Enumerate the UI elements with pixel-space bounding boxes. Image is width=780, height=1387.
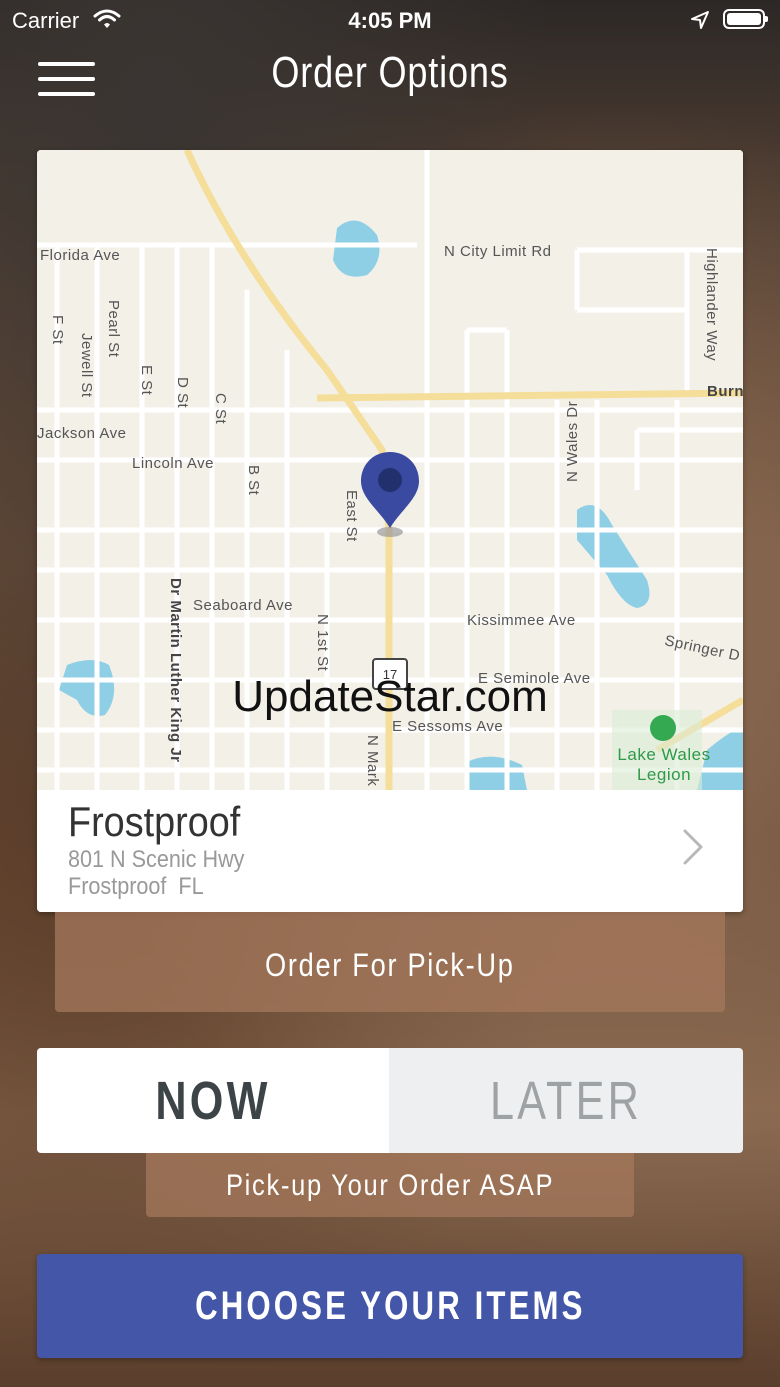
- pickup-timing-hint-text: Pick-up Your Order ASAP: [225, 1169, 555, 1202]
- map-label-street: N 1st St: [314, 614, 331, 672]
- map-label-street: East St: [343, 490, 360, 542]
- pickup-timing-hint: Pick-up Your Order ASAP: [146, 1153, 634, 1217]
- map-label-street: N Mark: [364, 735, 381, 787]
- map-label-street: Highlander Way: [703, 248, 720, 362]
- map-label-street: Dr Martin Luther King Jr: [167, 578, 184, 763]
- map-label-street: Florida Ave: [40, 247, 121, 264]
- status-time: 4:05 PM: [348, 8, 432, 33]
- map-label-street: Pearl St: [105, 300, 122, 358]
- map-label-street: Burn: [707, 383, 743, 400]
- toggle-now-button[interactable]: NOW: [37, 1048, 389, 1153]
- map-label-street: F St: [49, 315, 66, 345]
- choose-items-label: CHOOSE YOUR ITEMS: [194, 1284, 586, 1328]
- time-toggle[interactable]: NOW LATER: [37, 1048, 743, 1153]
- chevron-right-icon[interactable]: [681, 828, 705, 871]
- order-type-label: Order For Pick-Up: [265, 947, 515, 983]
- map-label-street: N City Limit Rd: [444, 243, 552, 260]
- battery-icon: [723, 9, 768, 29]
- map-label-street: E St: [138, 365, 155, 396]
- map-label-street: Seaboard Ave: [193, 597, 293, 614]
- store-info[interactable]: Frostproof 801 N Scenic Hwy Frostproof F…: [37, 790, 743, 912]
- map-label-street: N Wales Dr: [564, 400, 581, 482]
- toggle-now-label: NOW: [155, 1071, 271, 1131]
- store-city-state: Frostproof FL: [68, 873, 204, 900]
- page-title: Order Options: [271, 48, 509, 97]
- location-arrow-icon: [690, 10, 710, 36]
- choose-items-button[interactable]: CHOOSE YOUR ITEMS: [37, 1254, 743, 1358]
- order-type-pickup[interactable]: Order For Pick-Up: [55, 912, 725, 1012]
- map-label-street: Jackson Ave: [37, 425, 127, 442]
- map-label-street: D St: [174, 377, 191, 409]
- map-label-street: Jewell St: [78, 333, 95, 398]
- map-label-street: Lincoln Ave: [132, 455, 214, 472]
- store-name: Frostproof: [68, 798, 241, 845]
- store-card[interactable]: Florida Ave N City Limit Rd Highlander W…: [37, 150, 743, 912]
- map-label-street: B St: [245, 465, 262, 496]
- map-label-park: Lake Wales Legion: [617, 745, 711, 784]
- map-label-street: Kissimmee Ave: [467, 612, 576, 629]
- store-address: 801 N Scenic Hwy: [68, 846, 245, 873]
- store-map[interactable]: Florida Ave N City Limit Rd Highlander W…: [37, 150, 743, 790]
- toggle-later-button[interactable]: LATER: [389, 1048, 743, 1153]
- toggle-later-label: LATER: [489, 1071, 643, 1131]
- map-label-street: C St: [212, 393, 229, 425]
- watermark: UpdateStar.com: [232, 672, 548, 721]
- status-bar: Carrier 4:05 PM: [0, 0, 780, 40]
